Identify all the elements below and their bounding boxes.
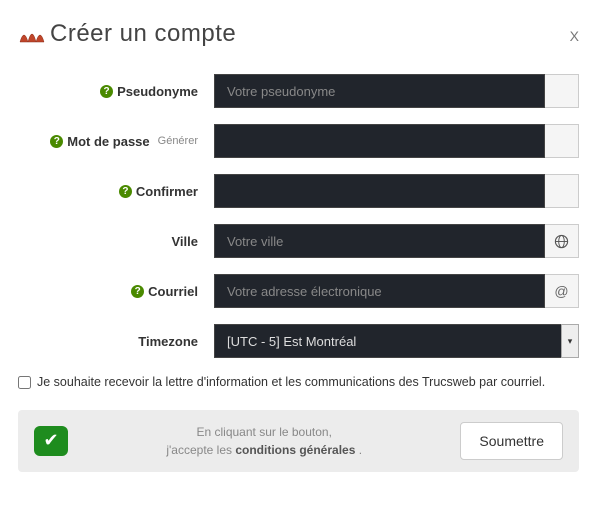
label-courriel: Courriel [148, 284, 198, 299]
label-password: Mot de passe [67, 134, 149, 149]
terms-link[interactable]: conditions générales [235, 443, 355, 457]
pseudonyme-addon [545, 74, 579, 108]
terms-text: En cliquant sur le bouton, j'accepte les… [80, 423, 448, 459]
generate-link[interactable]: Générer [158, 135, 198, 147]
globe-icon[interactable] [545, 224, 579, 258]
help-icon[interactable]: ? [50, 135, 63, 148]
password-addon [545, 124, 579, 158]
row-courriel: ? Courriel @ [18, 274, 579, 308]
logo-icon [18, 22, 46, 46]
courriel-input[interactable] [214, 274, 545, 308]
ville-input[interactable] [214, 224, 545, 258]
row-ville: Ville [18, 224, 579, 258]
help-icon[interactable]: ? [131, 285, 144, 298]
newsletter-row[interactable]: Je souhaite recevoir la lettre d'informa… [18, 374, 579, 392]
label-confirm: Confirmer [136, 184, 198, 199]
label-ville: Ville [171, 234, 198, 249]
newsletter-checkbox[interactable] [18, 376, 31, 389]
close-button[interactable]: X [570, 28, 579, 44]
modal-title: Créer un compte [50, 20, 236, 48]
confirm-input[interactable] [214, 174, 545, 208]
row-password: ? Mot de passe Générer [18, 124, 579, 158]
create-account-modal: X Créer un compte ? Pseudonyme ? Mot de … [0, 0, 597, 482]
password-input[interactable] [214, 124, 545, 158]
label-pseudonyme: Pseudonyme [117, 84, 198, 99]
at-icon: @ [545, 274, 579, 308]
modal-footer: ✔ En cliquant sur le bouton, j'accepte l… [18, 410, 579, 472]
help-icon[interactable]: ? [119, 185, 132, 198]
row-pseudonyme: ? Pseudonyme [18, 74, 579, 108]
confirm-addon [545, 174, 579, 208]
pseudonyme-input[interactable] [214, 74, 545, 108]
row-timezone: Timezone [UTC - 5] Est Montréal ▾ [18, 324, 579, 358]
help-icon[interactable]: ? [100, 85, 113, 98]
label-timezone: Timezone [138, 334, 198, 349]
newsletter-label: Je souhaite recevoir la lettre d'informa… [37, 374, 545, 392]
check-icon: ✔ [34, 426, 68, 456]
submit-button[interactable]: Soumettre [460, 422, 563, 460]
modal-header: Créer un compte [18, 20, 579, 48]
timezone-select[interactable]: [UTC - 5] Est Montréal [214, 324, 579, 358]
row-confirm: ? Confirmer [18, 174, 579, 208]
